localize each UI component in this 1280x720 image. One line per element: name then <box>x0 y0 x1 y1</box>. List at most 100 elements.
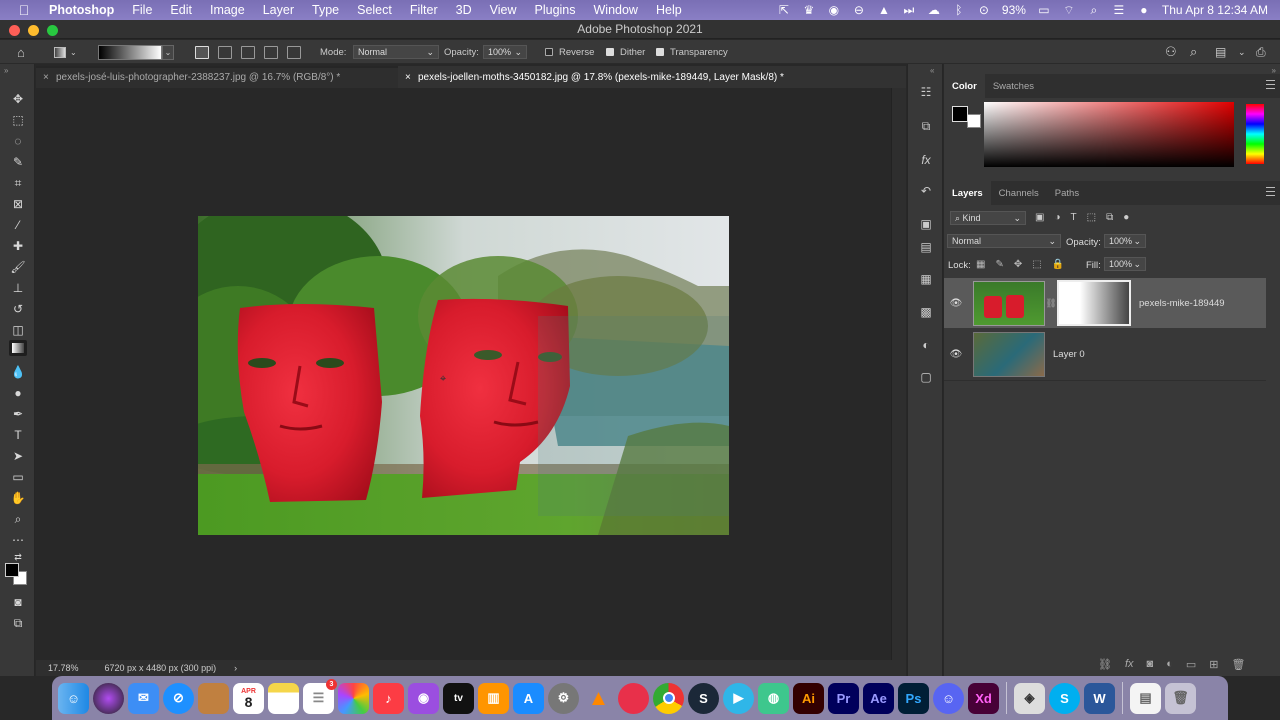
control-center-icon[interactable]: ☰ <box>1112 3 1126 17</box>
system-preferences-icon[interactable]: ⚙ <box>548 682 579 714</box>
gradient-tool-icon[interactable] <box>9 340 27 356</box>
quick-selection-tool-icon[interactable]: ✎ <box>9 154 27 170</box>
radial-gradient-button[interactable] <box>218 45 232 59</box>
menu-window[interactable]: Window <box>594 3 638 17</box>
ninja-icon[interactable] <box>618 682 649 714</box>
transparency-checkbox[interactable] <box>656 48 664 56</box>
spotlight-icon[interactable]: ⌕ <box>1087 3 1101 17</box>
type-tool-icon[interactable]: T <box>9 427 27 443</box>
history-icon[interactable]: ↶ <box>918 184 934 198</box>
panel-foreground-swatch[interactable] <box>952 106 968 122</box>
layers-panel-menu-icon[interactable] <box>1266 187 1275 196</box>
dodge-tool-icon[interactable]: ● <box>9 385 27 401</box>
foreground-color-swatch[interactable] <box>5 563 19 577</box>
grid-icon[interactable]: ▩ <box>918 305 934 319</box>
eyedropper-tool-icon[interactable]: ⁄ <box>9 217 27 233</box>
safari-icon[interactable]: ⊘ <box>163 682 194 714</box>
eraser-tool-icon[interactable]: ◫ <box>9 322 27 338</box>
play-circle-icon[interactable]: ⊙ <box>977 3 991 17</box>
visibility-eye-icon[interactable]: 👁 <box>944 298 968 309</box>
layer-mask-thumbnail[interactable] <box>1057 280 1131 326</box>
bluetooth-icon[interactable]: ᛒ <box>952 3 966 17</box>
tab-paths[interactable]: Paths <box>1047 181 1087 205</box>
hand-tool-icon[interactable]: ✋ <box>9 490 27 506</box>
calendar-icon[interactable]: APR 8 <box>233 682 264 714</box>
filter-toggle-icon[interactable]: ● <box>1123 212 1129 223</box>
collapse-toolbar-icon[interactable]: » <box>4 66 8 75</box>
move-tool-icon[interactable]: ✥ <box>9 91 27 107</box>
preview-icon[interactable]: ▤ <box>1130 682 1161 714</box>
gradient-picker[interactable]: ⌄ <box>98 40 174 64</box>
vlc-icon[interactable]: ▲ <box>877 3 891 17</box>
linear-gradient-button[interactable] <box>195 45 209 59</box>
visibility-eye-icon[interactable]: 👁 <box>944 349 968 360</box>
info-icon[interactable]: ▣ <box>918 217 934 231</box>
menu-filter[interactable]: Filter <box>410 3 438 17</box>
notes-icon[interactable]: ▤ <box>918 240 934 254</box>
smart-object-filter-icon[interactable]: ⧉ <box>1106 212 1113 223</box>
marquee-tool-icon[interactable]: ⬚ <box>9 112 27 128</box>
menu-layer[interactable]: Layer <box>263 3 294 17</box>
share-document-icon[interactable]: ⎙ <box>1256 40 1266 64</box>
delete-layer-icon[interactable]: 🗑 <box>1231 658 1245 671</box>
frame-tool-icon[interactable]: ⊠ <box>9 196 27 212</box>
status-menu-arrow[interactable]: › <box>234 663 237 673</box>
libraries-icon[interactable]: ⧉ <box>918 119 934 133</box>
trash-icon[interactable]: 🗑 <box>1165 682 1196 714</box>
properties-icon[interactable]: ☷ <box>918 85 934 99</box>
kind-filter-select[interactable]: ⌕ Kind ⌄ <box>950 211 1026 225</box>
menu-edit[interactable]: Edit <box>170 3 192 17</box>
lock-transparent-icon[interactable]: ▦ <box>976 259 985 270</box>
steam-icon[interactable]: S <box>688 682 719 714</box>
apple-menu-icon[interactable]:  <box>16 2 32 18</box>
layer-name[interactable]: pexels-mike-189449 <box>1139 298 1225 309</box>
link-layers-icon[interactable]: ⛓ <box>1098 658 1112 671</box>
rectangle-tool-icon[interactable]: ▭ <box>9 469 27 485</box>
blend-mode-select[interactable]: Normal ⌄ <box>947 234 1061 248</box>
premiere-pro-icon[interactable]: Pr <box>828 682 859 714</box>
tool-preset-picker[interactable]: ⌄ <box>54 40 77 64</box>
pixel-filter-icon[interactable]: ▣ <box>1035 212 1044 223</box>
share-icon[interactable]: ⚇ <box>1165 40 1177 64</box>
chevron-down-icon[interactable]: ⌄ <box>1238 40 1246 64</box>
tab-document-2[interactable]: × pexels-joellen-moths-3450182.jpg @ 17.… <box>398 66 906 88</box>
adjustment-filter-icon[interactable]: ◑ <box>1054 212 1060 223</box>
layer-row-layer-0[interactable]: 👁 Layer 0 <box>944 329 1266 379</box>
pages-icon[interactable] <box>198 682 229 714</box>
reflected-gradient-button[interactable] <box>264 45 278 59</box>
add-style-icon[interactable]: fx <box>1125 658 1134 671</box>
workspace-icon[interactable]: ▤ <box>1215 40 1226 64</box>
opacity-field[interactable]: 100% ⌄ <box>483 45 527 59</box>
reverse-checkbox[interactable] <box>545 48 553 56</box>
dither-checkbox[interactable] <box>606 48 614 56</box>
minus-circle-icon[interactable]: ⊖ <box>852 3 866 17</box>
siri-icon[interactable] <box>93 682 124 714</box>
adjustments-icon[interactable]: ◐ <box>918 338 934 352</box>
mode-select[interactable]: Normal ⌄ <box>353 45 439 59</box>
menu-file[interactable]: File <box>132 3 152 17</box>
illustrator-icon[interactable]: Ai <box>793 682 824 714</box>
fill-field[interactable]: 100% ⌄ <box>1104 257 1146 271</box>
menu-plugins[interactable]: Plugins <box>535 3 576 17</box>
menu-3d[interactable]: 3D <box>456 3 472 17</box>
tab-color[interactable]: Color <box>944 74 985 98</box>
vpn-icon[interactable]: ◉ <box>827 3 841 17</box>
document-image[interactable] <box>198 216 729 535</box>
blur-tool-icon[interactable]: 💧 <box>9 364 27 380</box>
panel-background-swatch[interactable] <box>967 114 981 128</box>
books-icon[interactable]: ▥ <box>478 682 509 714</box>
podcasts-icon[interactable]: ◉ <box>408 682 439 714</box>
ocenaudio-icon[interactable]: ◈ <box>1014 682 1045 714</box>
mirror-icon[interactable]: ⇱ <box>777 3 791 17</box>
skip-icon[interactable]: ⏭ <box>902 3 916 17</box>
layer-name[interactable]: Layer 0 <box>1053 349 1085 360</box>
vertical-scrollbar[interactable] <box>891 88 906 660</box>
close-tab-icon[interactable]: × <box>43 72 49 83</box>
cloud-icon[interactable]: ☁ <box>927 3 941 17</box>
menu-view[interactable]: View <box>490 3 517 17</box>
zoom-tool-icon[interactable]: ⌕ <box>9 511 27 527</box>
clone-stamp-tool-icon[interactable]: ⊥ <box>9 280 27 296</box>
battery-icon[interactable]: ▭ <box>1037 3 1051 17</box>
adobe-xd-icon[interactable]: Xd <box>968 682 999 714</box>
music-icon[interactable]: ♪ <box>373 682 404 714</box>
